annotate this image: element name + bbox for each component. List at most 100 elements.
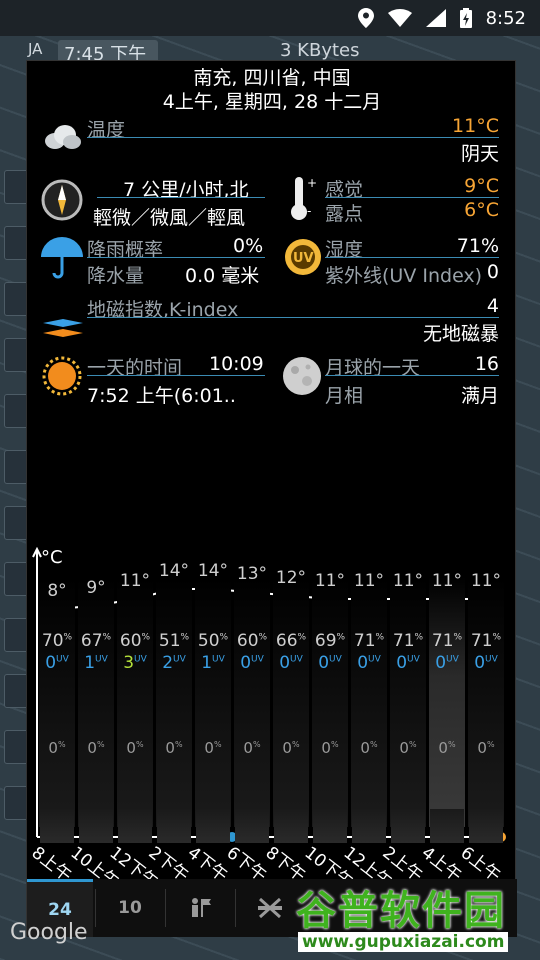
hour-bar [157,809,191,843]
google-logo: Google [10,920,88,945]
weather-popup[interactable]: 南充, 四川省, 中国 4上午, 星期四, 28 十二月 温度 11°C 阴天 … [26,60,517,937]
wifi-icon [387,9,412,27]
precip-amount-label: 降水量 [87,265,145,287]
uv-cell: 0UV [240,653,264,673]
humidity-cell: 71% [353,631,385,651]
cloud-icon [45,125,81,149]
tab-10day[interactable]: 10 [97,879,163,937]
hour-column[interactable] [273,577,309,827]
location-title: 南充, 四川省, 中国 [193,67,351,89]
humidity-cell: 71% [392,631,424,651]
condition-text: 阴天 [460,143,499,165]
temperature-label: 14° [158,561,190,581]
hour-column[interactable] [429,577,465,827]
geomagnetic-icon [43,319,83,337]
humidity-cell: 71% [470,631,502,651]
hour-column[interactable] [156,577,192,827]
precip-cell: 0% [399,739,417,757]
tab-separator [235,889,236,927]
hour-column[interactable] [351,577,387,827]
uv-cell: 1UV [201,653,225,673]
umbrella-icon [41,237,83,279]
hour-bar [352,809,386,843]
temperature-label: 11° [314,571,346,591]
map-data-rate: 3 KBytes [280,40,360,61]
hour-column[interactable] [390,577,426,827]
uv-index-value: 0 [486,261,499,283]
temperature-label: 11° [353,571,385,591]
location-icon [357,8,374,28]
temperature-label: 8° [47,581,67,601]
humidity-cell: 71% [431,631,463,651]
hour-bar [274,809,308,843]
hour-column[interactable] [39,577,75,827]
divider [97,197,265,198]
temperature-label: 14° [197,561,229,581]
svg-text:UV: UV [293,251,314,266]
status-bar: 8:52 [0,0,540,36]
temperature-label: 11° [119,571,151,591]
uv-cell: 0UV [357,653,381,673]
precip-cell: 0% [243,739,261,757]
svg-text:-: - [307,204,311,218]
hour-bar [313,809,347,843]
person-flag-icon [192,898,211,917]
temperature-label: 11° [431,571,463,591]
temperature-label: 11° [392,571,424,591]
hour-bar [40,809,74,843]
hour-bar [196,809,230,843]
hour-column[interactable] [78,577,114,827]
divider [87,137,499,138]
watermark-title: 谷普软件园 [296,888,506,934]
hour-column[interactable] [117,577,153,827]
uv-index-label: 紫外线(UV Index) [325,265,483,287]
precip-amount-value: 0.0 毫米 [185,265,260,287]
hour-column[interactable] [468,577,504,827]
dew-label: 露点 [325,203,364,225]
divider [325,375,499,376]
temperature-label: 12° [275,567,307,588]
hour-column[interactable] [195,577,231,827]
precip-cell: 0% [165,739,183,757]
tab-activities[interactable] [167,879,233,937]
hour-bar [391,809,425,843]
precip-cell: 0% [204,739,222,757]
hour-column[interactable] [234,577,270,827]
geomagnetic-status: 无地磁暴 [422,323,499,345]
moon-phase-label: 月相 [325,385,364,407]
hour-bar [469,809,503,843]
precip-cell: 0% [360,739,378,757]
temperature-value: 11°C [452,115,499,137]
precip-cell: 0% [321,739,339,757]
temperature-label: 11° [470,571,502,591]
uv-cell: 0UV [318,653,342,673]
rain-probability-value: 0% [233,235,264,257]
precip-cell: 0% [48,739,66,757]
hour-bar [235,809,269,843]
humidity-cell: 70% [41,631,73,651]
uv-cell: 3UV [123,653,147,673]
hour-bar [118,809,152,843]
humidity-cell: 50% [197,631,229,651]
humidity-cell: 69% [314,631,346,651]
precip-cell: 0% [126,739,144,757]
hourly-forecast-chart[interactable]: °C 8° 70% 0UV 0% 8上午 9° 67% 1UV 0% 10上午 11° 60% 3UV 0… [27,547,517,893]
uv-cell: 2UV [162,653,186,673]
hour-bar [79,809,113,843]
daylength-value: 10:09 [209,353,264,375]
feels-value: 9°C [464,175,499,197]
moon-day-value: 16 [474,353,499,375]
dew-value: 6°C [464,199,499,221]
hour-column[interactable] [312,577,348,827]
moon-icon [283,357,321,395]
kindex-value: 4 [486,295,499,317]
divider [325,257,499,258]
datetime-subtitle: 4上午, 星期四, 28 十二月 [162,91,382,113]
precip-cell: 0% [477,739,495,757]
watermark-url: www.gupuxiazai.com [298,932,509,952]
divider [87,257,265,258]
svg-text:+: + [307,176,317,190]
battery-charging-icon [459,8,472,28]
uv-cell: 0UV [474,653,498,673]
uv-sun-icon: UV [285,239,321,275]
